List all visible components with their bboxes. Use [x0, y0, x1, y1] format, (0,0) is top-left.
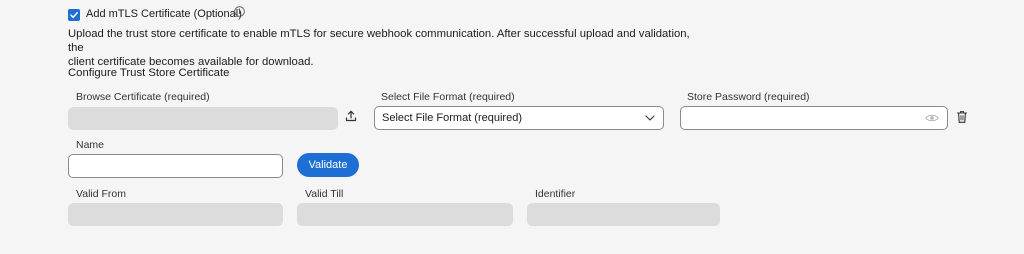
- file-format-select[interactable]: Select File Format (required): [374, 106, 664, 130]
- info-circle-icon[interactable]: [234, 6, 245, 17]
- valid-from-field: [68, 203, 283, 226]
- store-password-input[interactable]: [680, 106, 948, 130]
- checkmark-icon: [70, 12, 78, 19]
- browse-certificate-field: [68, 107, 338, 130]
- mtls-checkbox-label: Add mTLS Certificate (Optional): [86, 8, 242, 20]
- eye-icon[interactable]: [925, 113, 939, 123]
- file-format-label: Select File Format (required): [381, 91, 515, 103]
- upload-icon[interactable]: [344, 109, 358, 123]
- section-title: Configure Trust Store Certificate: [68, 67, 230, 79]
- file-format-selected-value: Select File Format (required): [382, 112, 522, 124]
- identifier-label: Identifier: [535, 188, 576, 200]
- mtls-checkbox[interactable]: [68, 9, 80, 21]
- valid-till-label: Valid Till: [305, 188, 344, 200]
- validate-button[interactable]: Validate: [297, 153, 359, 177]
- mtls-description: Upload the trust store certificate to en…: [68, 27, 708, 69]
- valid-from-label: Valid From: [76, 188, 126, 200]
- valid-till-field: [297, 203, 513, 226]
- identifier-field: [527, 203, 720, 226]
- description-line-1: Upload the trust store certificate to en…: [68, 28, 690, 54]
- name-label: Name: [76, 139, 105, 151]
- trash-icon[interactable]: [956, 110, 968, 124]
- browse-certificate-label: Browse Certificate (required): [76, 91, 210, 103]
- chevron-down-icon: [645, 115, 655, 121]
- name-input[interactable]: [68, 154, 283, 178]
- store-password-label: Store Password (required): [687, 91, 810, 103]
